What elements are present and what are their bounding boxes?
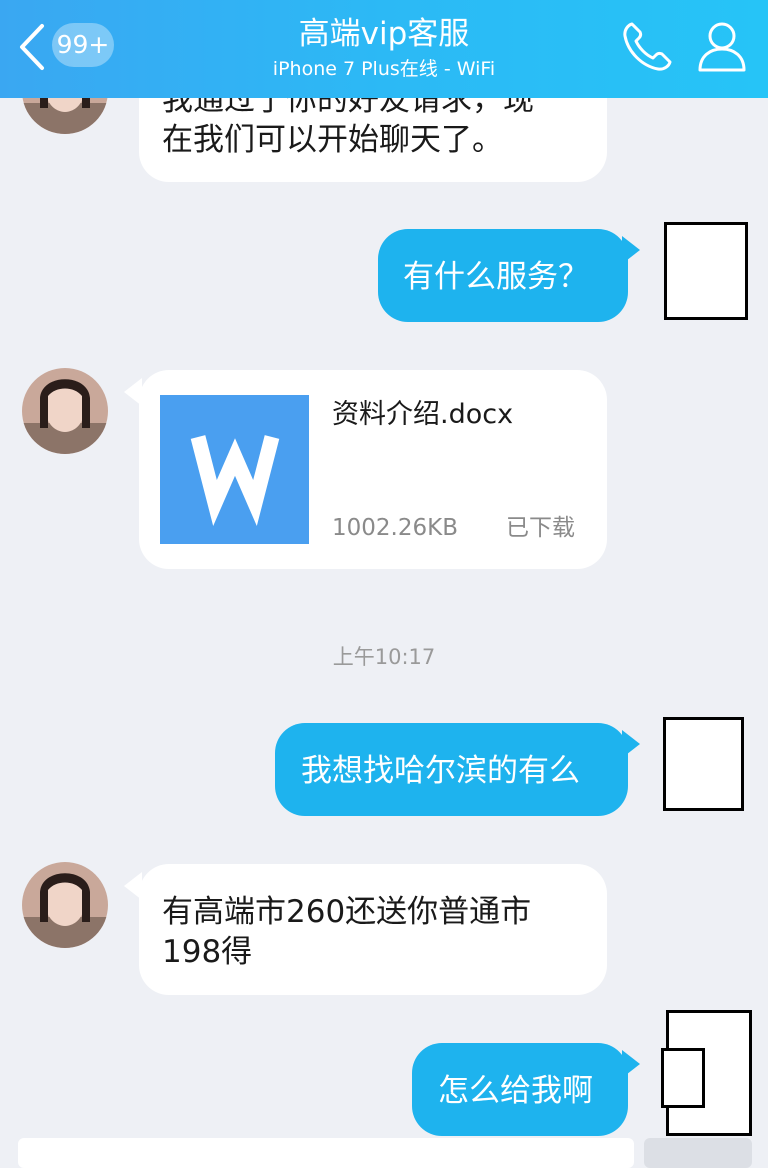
phone-icon[interactable] [620, 20, 674, 74]
chat-title: 高端vip客服 [298, 16, 470, 52]
file-name[interactable]: 资料介绍.docx [332, 395, 513, 435]
message-timestamp: 上午10:17 [332, 645, 436, 669]
redacted-avatar [664, 222, 748, 320]
word-document-icon[interactable] [160, 395, 309, 544]
contact-avatar[interactable] [22, 368, 108, 454]
file-download-status: 已下载 [506, 515, 575, 541]
message-input[interactable] [18, 1138, 634, 1168]
message-text: 有高端市260还送你普通市 [162, 894, 532, 930]
redacted-avatar [661, 1048, 705, 1108]
message-text: 在我们可以开始聊天了。 [162, 122, 503, 158]
file-size: 1002.26KB [332, 515, 458, 541]
contact-avatar[interactable] [22, 862, 108, 948]
redacted-avatar [663, 717, 744, 811]
message-text: 我想找哈尔滨的有么 [301, 753, 580, 789]
bubble-tail [622, 236, 640, 264]
person-icon[interactable] [694, 18, 750, 74]
bubble-tail [124, 872, 142, 900]
online-status: iPhone 7 Plus在线 - WiFi [272, 58, 496, 80]
bubble-tail [124, 378, 142, 406]
chat-header: 99+ 高端vip客服 iPhone 7 Plus在线 - WiFi [0, 0, 768, 98]
message-text: 有什么服务？ [403, 259, 589, 295]
send-button[interactable] [644, 1138, 752, 1168]
bubble-tail [622, 1050, 640, 1078]
message-text: 198得 [162, 934, 253, 970]
message-text: 怎么给我啊 [438, 1073, 593, 1109]
back-chevron-icon[interactable] [14, 22, 50, 72]
unread-badge[interactable]: 99+ [52, 23, 114, 67]
bubble-tail [622, 730, 640, 758]
